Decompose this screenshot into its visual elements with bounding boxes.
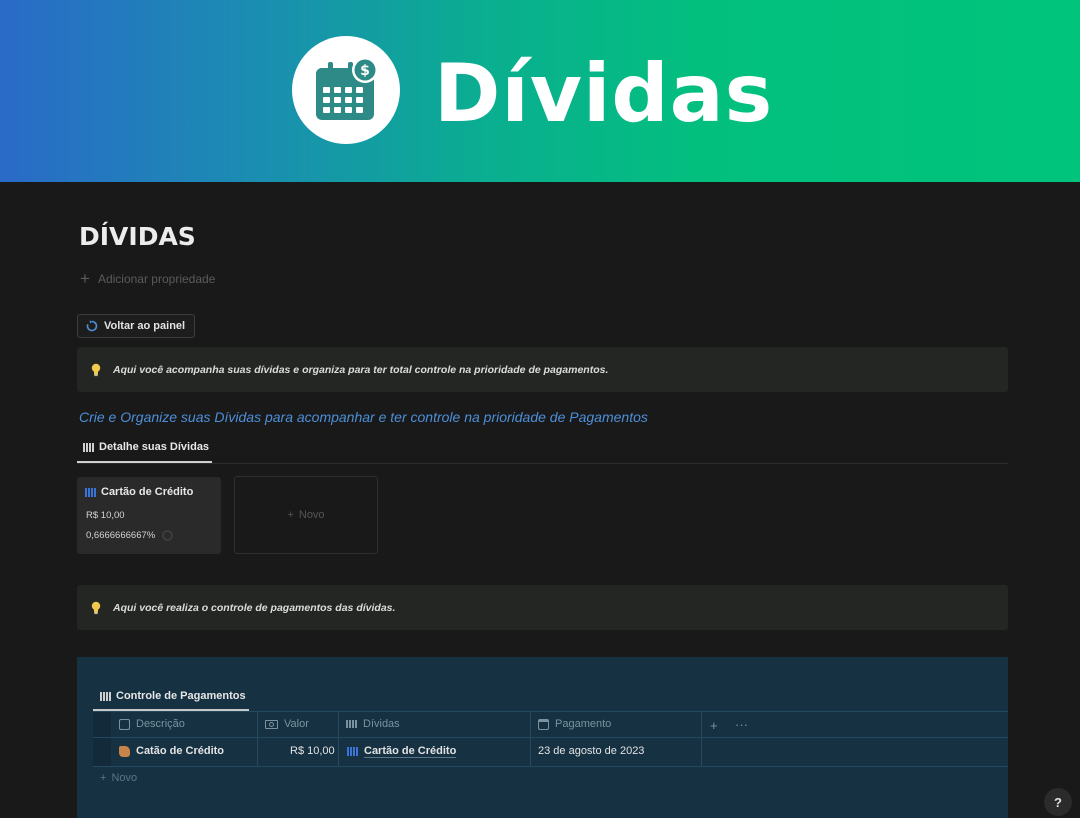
plus-icon: +	[287, 509, 294, 521]
database-icon	[347, 747, 358, 756]
more-options-button[interactable]: ···	[735, 717, 748, 732]
database-icon	[100, 691, 111, 701]
section-subtitle: Crie e Organize suas Dívidas para acompa…	[79, 409, 648, 425]
header-row-divider	[93, 737, 1008, 738]
lightbulb-icon	[91, 601, 101, 614]
card-percent-text: 0,6666666667%	[86, 530, 156, 541]
cell-text: Cartão de Crédito	[364, 745, 457, 758]
column-header-valor[interactable]: Valor	[265, 718, 309, 730]
add-column-button[interactable]: +	[710, 718, 718, 733]
plus-icon: +	[100, 772, 107, 784]
row-handle-column	[93, 712, 111, 767]
table-cell-pagamento[interactable]: 23 de agosto de 2023	[538, 745, 644, 757]
refresh-icon	[86, 320, 98, 332]
help-button[interactable]: ?	[1044, 788, 1072, 816]
hand-point-icon	[119, 745, 130, 757]
tab-label: Controle de Pagamentos	[116, 690, 246, 702]
column-divider	[530, 712, 531, 767]
column-header-label: Dívidas	[363, 718, 400, 730]
table-cell-valor[interactable]: R$ 10,00	[290, 745, 335, 757]
edit-icon	[119, 718, 130, 730]
back-to-dashboard-button[interactable]: Voltar ao painel	[77, 314, 195, 338]
card-percent: 0,6666666667%	[86, 530, 174, 541]
card-title-text: Cartão de Crédito	[101, 486, 194, 498]
back-button-label: Voltar ao painel	[104, 320, 186, 332]
plus-icon: +	[80, 269, 90, 288]
callout-text: Aqui você acompanha suas dívidas e organ…	[113, 363, 609, 376]
tab-label: Detalhe suas Dívidas	[99, 441, 210, 453]
money-icon	[265, 719, 278, 729]
table-cell-descricao[interactable]: Catão de Crédito	[119, 745, 224, 757]
lightbulb-icon	[91, 363, 101, 376]
new-row-label: Novo	[111, 772, 138, 784]
column-header-label: Valor	[284, 718, 309, 730]
column-divider	[701, 712, 702, 767]
database-icon	[85, 487, 96, 497]
database-icon	[83, 442, 94, 452]
column-header-dividas[interactable]: Dívidas	[346, 718, 400, 730]
table-cell-dividas[interactable]: Cartão de Crédito	[347, 745, 457, 758]
add-property-button[interactable]: + Adicionar propriedade	[80, 269, 216, 288]
relation-icon	[346, 720, 357, 728]
new-card-label: Novo	[298, 509, 325, 521]
cell-text: Catão de Crédito	[136, 745, 225, 757]
row-divider	[93, 766, 1008, 767]
page-cover-banner: $ Dívidas	[0, 0, 1080, 182]
callout-info-payments: Aqui você realiza o controle de pagament…	[77, 585, 1008, 630]
gallery-card[interactable]: Cartão de Crédito R$ 10,00 0,6666666667%	[77, 477, 221, 554]
divider	[93, 711, 1008, 712]
payments-database-block: Controle de Pagamentos Descrição Valor D…	[77, 657, 1008, 818]
callout-info: Aqui você acompanha suas dívidas e organ…	[77, 347, 1008, 392]
card-value: R$ 10,00	[86, 510, 125, 521]
column-divider	[338, 712, 339, 767]
new-card-button[interactable]: + Novo	[234, 476, 378, 554]
tab-controle-pagamentos[interactable]: Controle de Pagamentos	[100, 690, 246, 702]
svg-text:$: $	[360, 63, 370, 79]
card-title: Cartão de Crédito	[85, 486, 193, 498]
new-row-button[interactable]: + Novo	[100, 772, 137, 784]
column-header-pagamento[interactable]: Pagamento	[538, 718, 611, 730]
column-divider	[257, 712, 258, 767]
add-property-label: Adicionar propriedade	[97, 272, 216, 286]
page-title: DÍVIDAS	[79, 222, 196, 251]
banner-title: Dívidas	[434, 47, 774, 140]
column-header-descricao[interactable]: Descrição	[119, 718, 185, 730]
column-header-label: Pagamento	[555, 718, 612, 730]
tab-detalhe-dividas[interactable]: Detalhe suas Dívidas	[83, 441, 209, 453]
progress-ring-icon	[162, 530, 174, 541]
calendar-icon	[538, 718, 549, 730]
divider	[77, 463, 1008, 464]
calendar-dollar-icon: $	[292, 36, 400, 144]
column-header-label: Descrição	[136, 718, 185, 730]
callout-text: Aqui você realiza o controle de pagament…	[113, 601, 396, 614]
